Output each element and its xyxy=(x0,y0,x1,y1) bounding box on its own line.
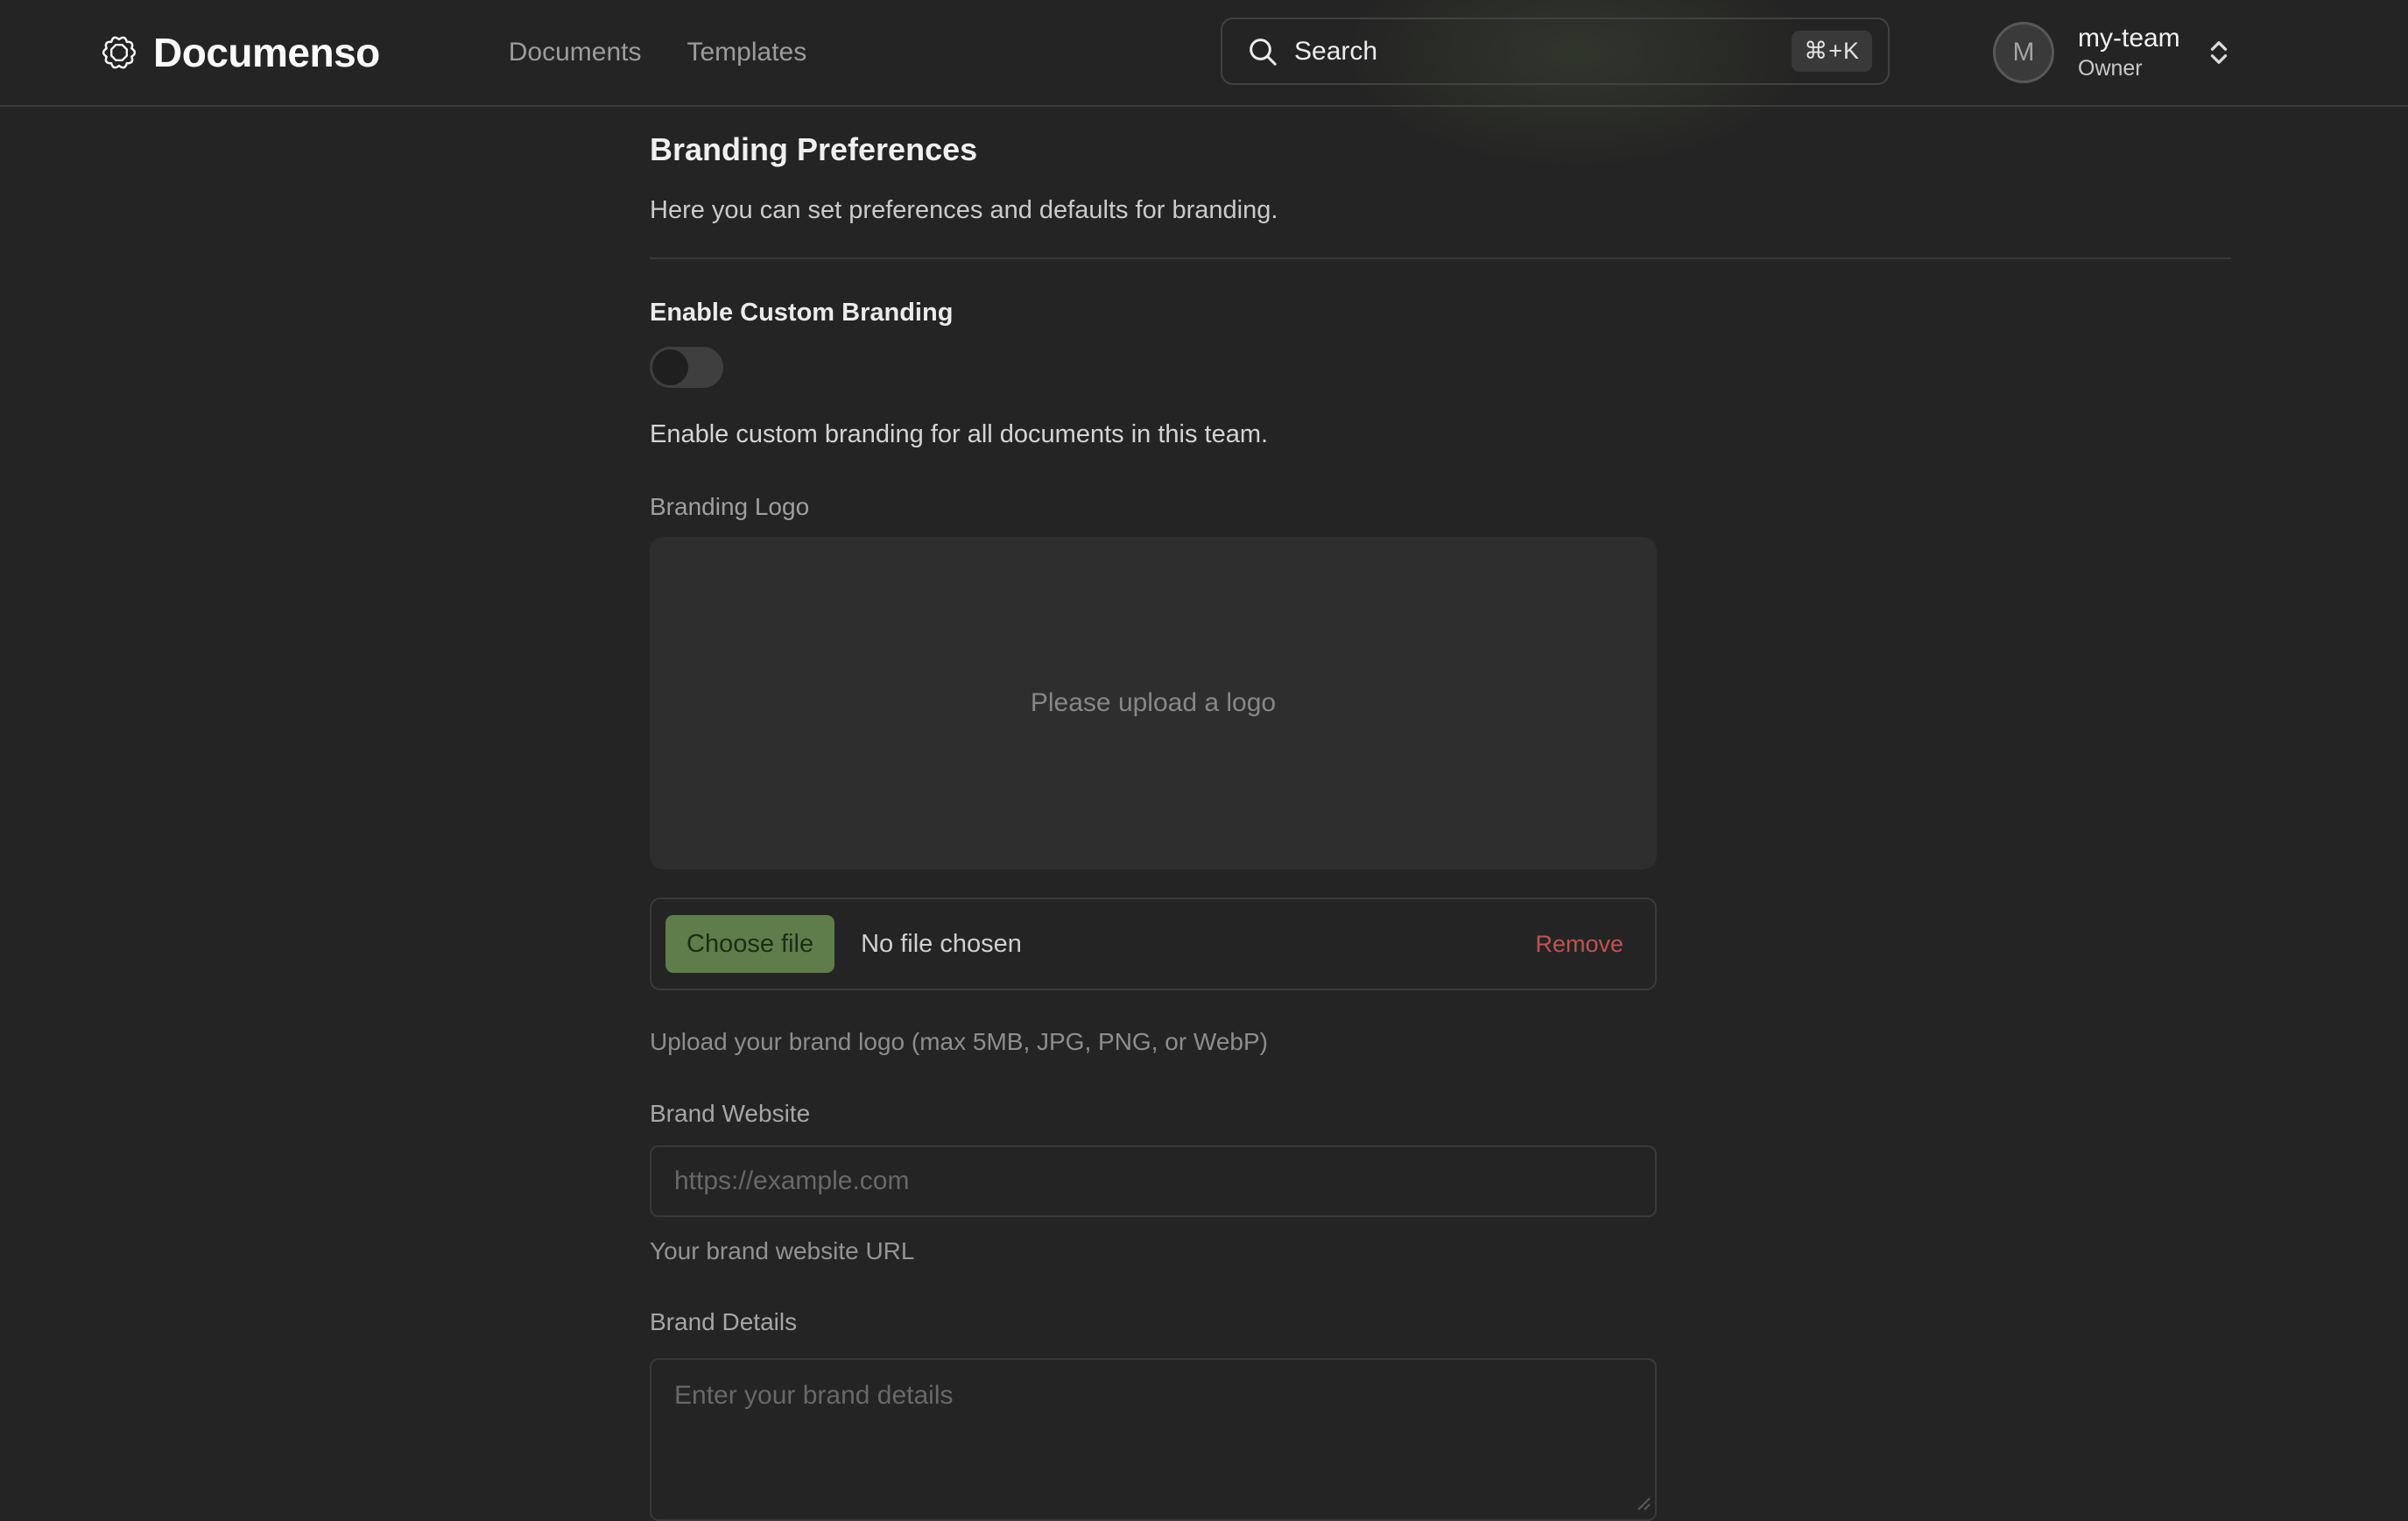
header-divider xyxy=(650,257,2231,259)
logo-upload-hint: Upload your brand logo (max 5MB, JPG, PN… xyxy=(650,1028,1657,1056)
top-navbar: Documenso Documents Templates Search ⌘+K… xyxy=(0,0,2408,107)
team-meta: my-team Owner xyxy=(2078,24,2180,81)
team-name: my-team xyxy=(2078,24,2180,54)
brand-details-label: Brand Details xyxy=(650,1308,1657,1336)
page-subtitle: Here you can set preferences and default… xyxy=(650,196,2231,225)
search-shortcut-badge: ⌘+K xyxy=(1792,31,1872,72)
enable-custom-branding-label: Enable Custom Branding xyxy=(650,299,1657,327)
remove-logo-button[interactable]: Remove xyxy=(1535,931,1623,958)
team-avatar: M xyxy=(1993,22,2054,83)
logo-upload-dropzone[interactable]: Please upload a logo xyxy=(650,537,1657,870)
brand-logo[interactable]: Documenso xyxy=(99,29,380,76)
search-input[interactable]: Search ⌘+K xyxy=(1221,18,1890,85)
choose-file-button[interactable]: Choose file xyxy=(665,915,834,973)
enable-custom-branding-description: Enable custom branding for all documents… xyxy=(650,420,1657,449)
documenso-seal-icon xyxy=(99,32,139,73)
brand-website-input[interactable] xyxy=(650,1145,1657,1217)
branding-form: Enable Custom Branding Enable custom bra… xyxy=(650,299,1657,1521)
enable-custom-branding-toggle[interactable] xyxy=(650,347,723,388)
team-role: Owner xyxy=(2078,56,2180,81)
page-title: Branding Preferences xyxy=(650,131,2231,168)
brand-details-field-wrap xyxy=(650,1358,1657,1521)
team-avatar-initial: M xyxy=(2013,38,2035,67)
search-icon xyxy=(1245,34,1280,69)
toggle-knob xyxy=(652,349,688,385)
logo-upload-empty-text: Please upload a logo xyxy=(1031,688,1276,718)
no-file-chosen-text: No file chosen xyxy=(861,930,1535,959)
brand-website-hint: Your brand website URL xyxy=(650,1237,1657,1265)
team-menu-button[interactable]: M my-team Owner xyxy=(1993,0,2235,105)
branding-logo-label: Branding Logo xyxy=(650,493,1657,521)
nav-link-templates[interactable]: Templates xyxy=(687,38,807,67)
brand-website-label: Brand Website xyxy=(650,1100,1657,1128)
brand-details-textarea[interactable] xyxy=(650,1358,1657,1521)
logo-file-input-row: Choose file No file chosen Remove xyxy=(650,898,1657,990)
nav-links: Documents Templates xyxy=(509,38,806,67)
search-placeholder-text: Search xyxy=(1294,37,1792,67)
chevron-up-down-icon xyxy=(2203,37,2235,68)
branding-preferences-page: Branding Preferences Here you can set pr… xyxy=(650,131,2231,1521)
brand-name: Documenso xyxy=(153,29,380,76)
nav-link-documents[interactable]: Documents xyxy=(509,38,642,67)
